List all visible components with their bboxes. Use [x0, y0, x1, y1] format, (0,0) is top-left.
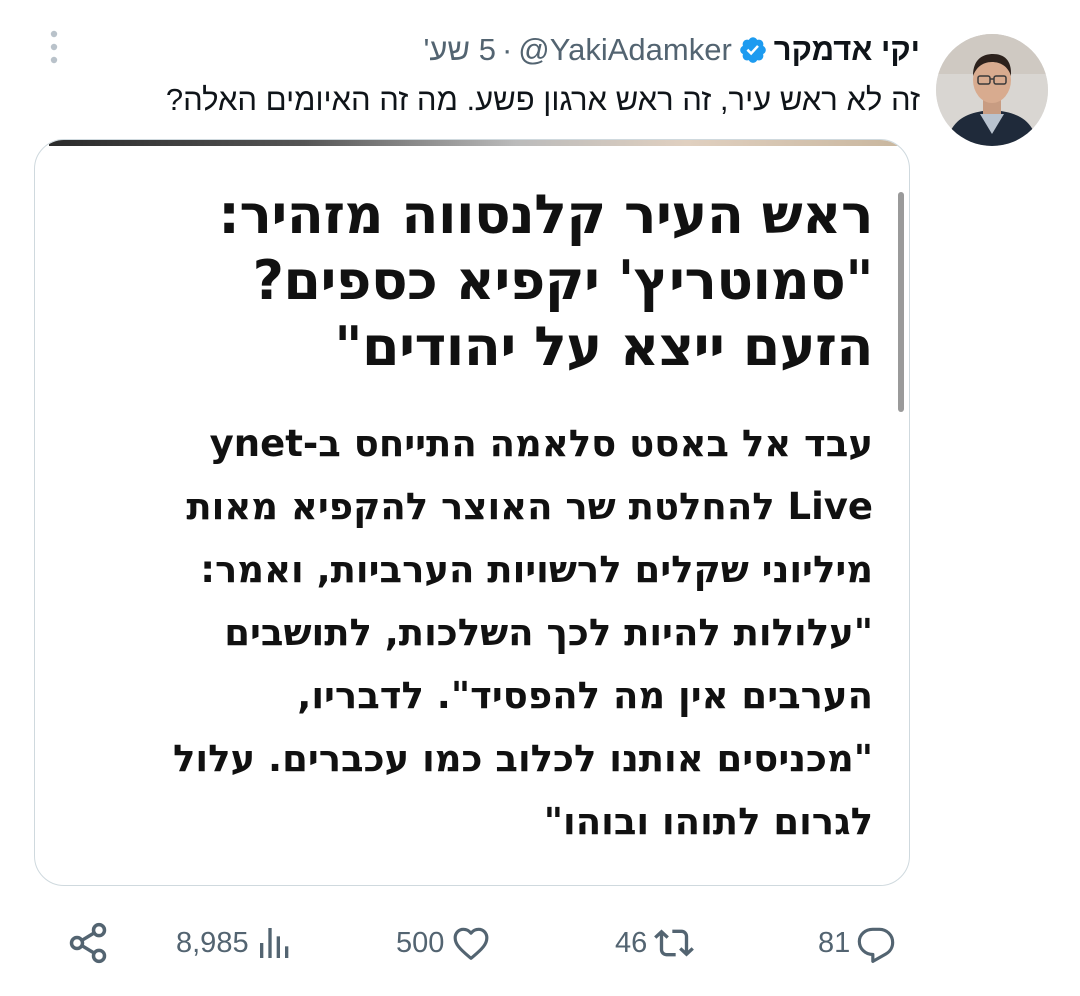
retweet-count: 46	[615, 926, 648, 959]
tweet[interactable]: יקי אדמקר @YakiAdamker · 5 שע' זה לא ראש…	[0, 0, 1080, 996]
subhead-line: "מכניסים אותנו לכלוב כמו עכברים. עלול	[173, 737, 873, 780]
verified-badge-icon	[738, 35, 768, 65]
tweet-timestamp[interactable]: 5 שע'	[423, 32, 495, 68]
subhead-line: הערבים אין מה להפסיד". לדבריו,	[297, 674, 873, 717]
share-button[interactable]	[66, 915, 110, 971]
like-button[interactable]: 500	[396, 915, 492, 971]
views-button[interactable]: 8,985	[176, 915, 295, 971]
subhead-line: עבד אל באסט סלאמה התייחס ב-ynet	[209, 422, 873, 465]
article-subheadline: עבד אל באסט סלאמה התייחס ב-ynet Live להח…	[73, 412, 873, 853]
meta-separator: ·	[501, 32, 513, 67]
views-icon	[255, 923, 295, 963]
tweet-text: זה לא ראש עיר, זה ראש ארגון פשע. מה זה ה…	[165, 82, 920, 117]
headline-line: ראש העיר קלנסווה מזהיר:	[218, 183, 873, 246]
share-icon	[66, 921, 110, 965]
views-count: 8,985	[176, 926, 249, 959]
subhead-line: לגרום לתוהו ובוהו"	[543, 800, 873, 843]
author-handle[interactable]: @YakiAdamker	[518, 32, 732, 68]
retweet-icon	[653, 923, 695, 963]
retweet-button[interactable]: 46	[615, 915, 695, 971]
article-screenshot: ראש העיר קלנסווה מזהיר: "סמוטריץ' יקפיא …	[35, 140, 909, 885]
like-count: 500	[396, 926, 445, 959]
author-display-name[interactable]: יקי אדמקר	[774, 32, 920, 68]
tweet-header: יקי אדמקר @YakiAdamker · 5 שע'	[423, 30, 920, 70]
more-vertical-icon[interactable]	[44, 28, 64, 68]
subhead-line: "עלולות להיות לכך השלכות, לתושבים	[224, 611, 873, 654]
subhead-line: מיליוני שקלים לרשויות הערביות, ואמר:	[200, 548, 873, 591]
tweet-action-bar: 81 46 500 8,985	[0, 915, 1080, 971]
headline-line: הזעם ייצא על יהודים"	[334, 315, 873, 378]
subhead-line: Live להחלטת שר האוצר להקפיא מאות	[186, 485, 873, 528]
reply-count: 81	[818, 926, 851, 959]
reply-icon	[856, 923, 896, 963]
headline-line: "סמוטריץ' יקפיא כספים?	[252, 249, 874, 312]
article-headline: ראש העיר קלנסווה מזהיר: "סמוטריץ' יקפיא …	[73, 182, 873, 380]
article-scrollbar	[898, 192, 904, 412]
reply-button[interactable]: 81	[818, 915, 896, 971]
author-avatar[interactable]	[936, 34, 1048, 146]
avatar-photo	[936, 34, 1048, 146]
heart-icon	[450, 923, 492, 963]
tweet-media-image[interactable]: ראש העיר קלנסווה מזהיר: "סמוטריץ' יקפיא …	[34, 139, 910, 886]
